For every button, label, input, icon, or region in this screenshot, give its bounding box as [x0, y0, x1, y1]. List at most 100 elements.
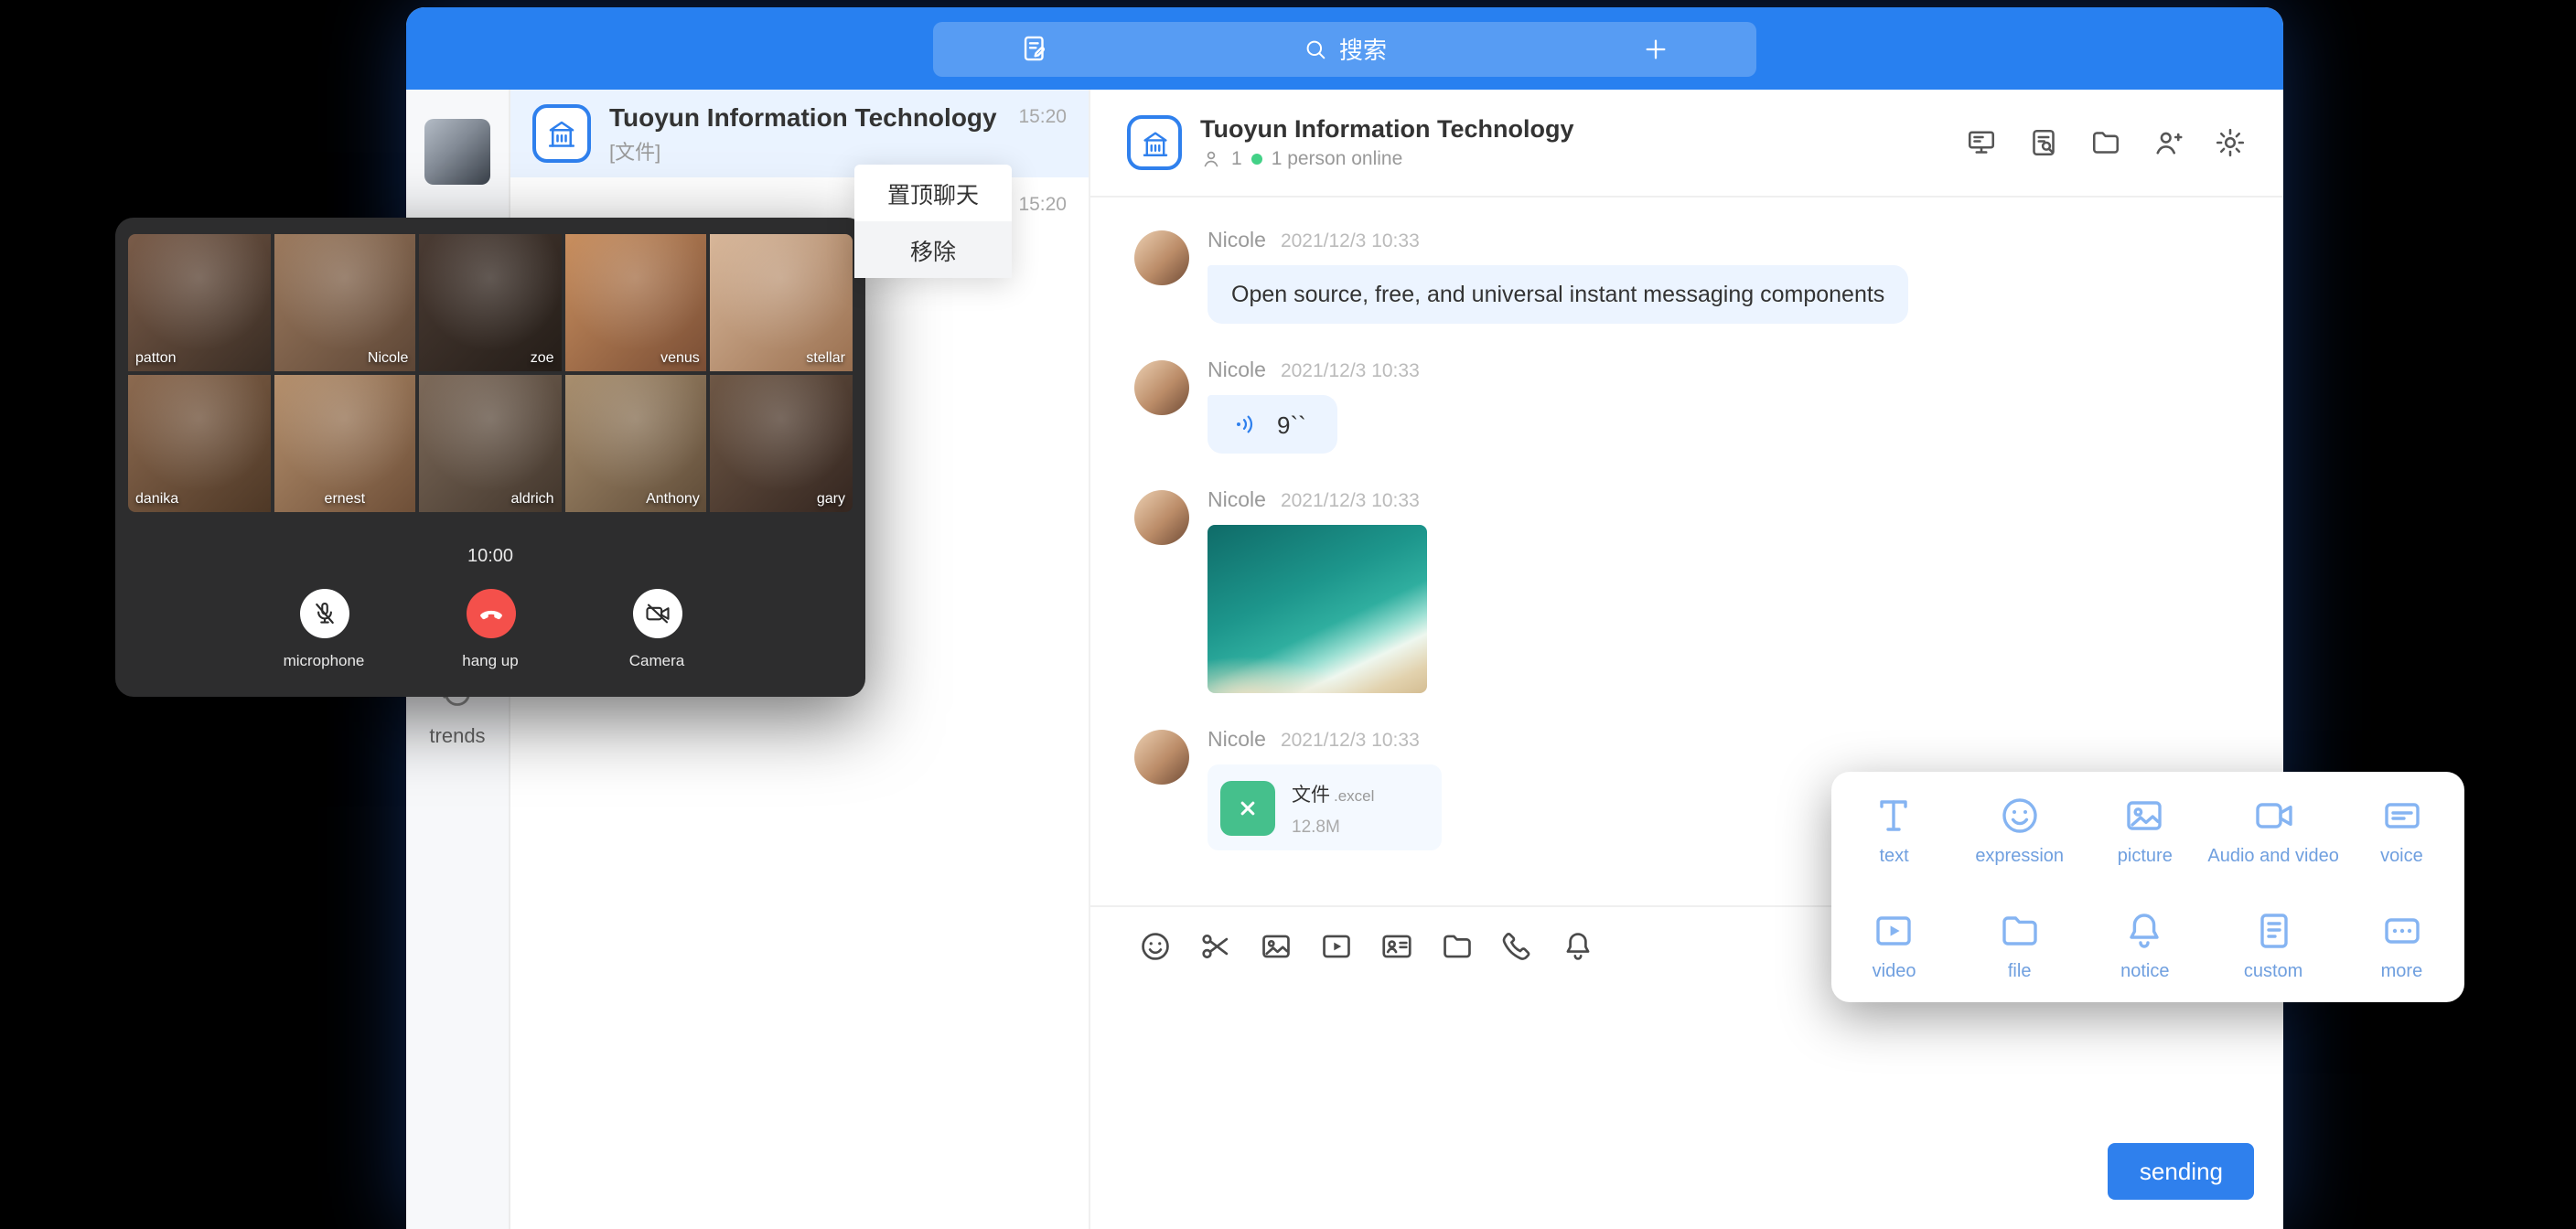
video-icon[interactable]: [1319, 928, 1354, 963]
feature-voice[interactable]: voice: [2339, 772, 2464, 887]
feature-text[interactable]: text: [1831, 772, 1957, 887]
search-placeholder: 搜索: [1339, 31, 1387, 66]
file-message-card[interactable]: 文件.excel 12.8M: [1208, 764, 1442, 850]
avatar[interactable]: [1134, 230, 1189, 285]
file-icon[interactable]: [2089, 126, 2122, 159]
call-participant-tile[interactable]: aldrich: [419, 375, 561, 512]
feature-label: picture: [2118, 846, 2173, 866]
call-control-label: microphone: [284, 651, 365, 669]
call-participant-tile[interactable]: venus: [565, 234, 707, 371]
member-icon[interactable]: [2152, 126, 2184, 159]
chat-header-info: Tuoyun Information Technology 1 1 person…: [1200, 115, 1965, 170]
camera-off-button[interactable]: [632, 589, 682, 638]
emoji-icon[interactable]: [1138, 928, 1173, 963]
scissors-icon[interactable]: [1198, 928, 1233, 963]
feature-audio-and-video[interactable]: Audio and video: [2207, 772, 2338, 887]
avatar[interactable]: [1134, 360, 1189, 415]
feature-label: notice: [2120, 961, 2169, 981]
menu-item-pin-chat[interactable]: 置顶聊天: [854, 165, 1012, 221]
notice-board-icon[interactable]: [1965, 126, 1998, 159]
call-participant-tile[interactable]: patton: [128, 234, 270, 371]
feature-label: more: [2381, 961, 2423, 981]
conversation-time: 15:20: [1018, 194, 1067, 216]
participant-name: ernest: [325, 490, 365, 507]
online-status: 1 person online: [1272, 148, 1403, 170]
chat-record-icon[interactable]: [2027, 126, 2060, 159]
call-participant-tile[interactable]: Anthony: [565, 375, 707, 512]
audio-video-icon: [2251, 793, 2295, 837]
call-control: hang up: [437, 589, 543, 669]
bell-icon[interactable]: [1561, 928, 1595, 963]
feature-label: custom: [2244, 961, 2302, 981]
participant-name: Anthony: [646, 490, 700, 507]
feature-file[interactable]: file: [1957, 887, 2082, 1002]
phone-icon[interactable]: [1500, 928, 1535, 963]
text-icon: [1873, 793, 1916, 837]
call-participant-tile[interactable]: stellar: [711, 234, 853, 371]
file-extension: .excel: [1334, 786, 1374, 805]
call-participant-tile[interactable]: danika: [128, 375, 270, 512]
conversation-title: Tuoyun Information Technology: [609, 102, 1067, 131]
context-menu: 置顶聊天 移除: [854, 165, 1012, 278]
participant-name: aldrich: [510, 490, 553, 507]
feature-label: voice: [2380, 846, 2423, 866]
image-message-thumbnail[interactable]: [1208, 525, 1427, 693]
contract-button[interactable]: [933, 33, 1134, 64]
chat-panel: Tuoyun Information Technology 1 1 person…: [1090, 90, 2283, 1229]
feature-custom[interactable]: custom: [2207, 887, 2338, 1002]
file-name: 文件: [1292, 785, 1330, 807]
search-input[interactable]: 搜索: [1134, 31, 1555, 66]
feature-label: expression: [1975, 846, 2064, 866]
feature-expression[interactable]: expression: [1957, 772, 2082, 887]
contact-card-icon[interactable]: [1379, 928, 1414, 963]
notice-icon: [2123, 908, 2167, 952]
call-participant-grid: patton Nicole zoe venus stellar danika ernest a…: [128, 234, 853, 512]
menu-item-remove[interactable]: 移除: [854, 221, 1012, 278]
file-size: 12.8M: [1292, 818, 1374, 838]
user-avatar[interactable]: [424, 119, 490, 185]
video-call-window: patton Nicole zoe venus stellar danika ernest a…: [115, 218, 865, 697]
group-icon: [1127, 115, 1182, 170]
feature-more[interactable]: more: [2339, 887, 2464, 1002]
chat-header-actions: [1965, 126, 2247, 159]
message-time: 2021/12/3 10:33: [1281, 230, 1420, 252]
call-participant-tile[interactable]: gary: [711, 375, 853, 512]
trends-label: trends: [406, 726, 509, 748]
participant-name: venus: [660, 349, 700, 366]
folder-icon[interactable]: [1440, 928, 1475, 963]
person-icon: [1200, 148, 1222, 170]
send-button[interactable]: sending: [2109, 1143, 2254, 1200]
microphone-off-button[interactable]: [299, 589, 349, 638]
message-input[interactable]: [1090, 984, 2283, 1229]
feature-notice[interactable]: notice: [2082, 887, 2207, 1002]
voice-message-bubble[interactable]: 9``: [1208, 395, 1337, 454]
feature-label: file: [2008, 961, 2032, 981]
call-participant-tile[interactable]: zoe: [419, 234, 561, 371]
hang-up-button[interactable]: [466, 589, 515, 638]
message-time: 2021/12/3 10:33: [1281, 730, 1420, 752]
video-play-icon: [1873, 908, 1916, 952]
plus-icon: [1641, 34, 1670, 63]
participant-name: Nicole: [368, 349, 408, 366]
avatar[interactable]: [1134, 730, 1189, 785]
participant-name: patton: [135, 349, 177, 366]
settings-icon[interactable]: [2214, 126, 2247, 159]
call-participant-tile[interactable]: Nicole: [274, 234, 415, 371]
topbar-search-pill: 搜索: [933, 21, 1756, 76]
more-icon: [2379, 908, 2423, 952]
feature-video[interactable]: video: [1831, 887, 1957, 1002]
chat-header: Tuoyun Information Technology 1 1 person…: [1090, 90, 2283, 198]
picture-icon: [2123, 793, 2167, 837]
building-icon: [545, 117, 578, 150]
call-participant-tile[interactable]: ernest: [274, 375, 415, 512]
add-button[interactable]: [1555, 34, 1756, 63]
picture-icon[interactable]: [1259, 928, 1293, 963]
call-elapsed-time: 10:00: [115, 547, 865, 567]
call-control-label: Camera: [629, 651, 684, 669]
message-time: 2021/12/3 10:33: [1281, 360, 1420, 382]
excel-file-icon: [1220, 780, 1275, 835]
message-text: Nicole 2021/12/3 10:33 Open source, free…: [1134, 230, 2283, 324]
feature-picture[interactable]: picture: [2082, 772, 2207, 887]
chat-subtitle: 1 1 person online: [1200, 148, 1965, 170]
avatar[interactable]: [1134, 490, 1189, 545]
